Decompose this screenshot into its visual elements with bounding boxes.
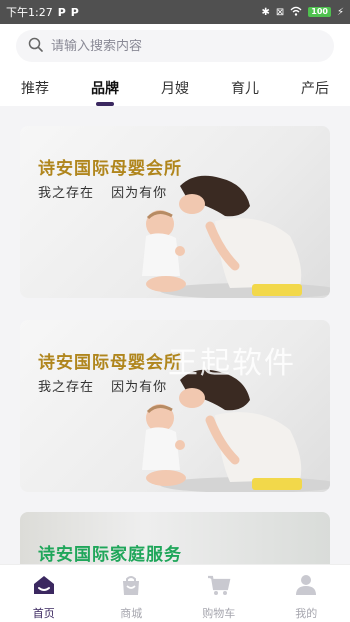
category-tabs: 推荐 品牌 月嫂 育儿 产后 [0, 74, 350, 106]
cart-icon [207, 574, 231, 600]
nav-home[interactable]: 首页 [9, 565, 79, 622]
notification-p-icon: P [70, 5, 79, 19]
mother-baby-photo [142, 175, 330, 298]
brand-feed: 诗安国际母婴会所 我之存在 因为有你 诗安国际母婴会所 我之存在 因为有你 诗安… [0, 106, 350, 564]
card-subtitle-part: 我之存在 [38, 186, 95, 201]
search-input[interactable] [51, 38, 311, 54]
card-subtitle-part: 因为有你 [111, 186, 168, 201]
brand-card[interactable]: 诗安国际母婴会所 我之存在 因为有你 [20, 126, 330, 298]
bluetooth-icon: ✱ [261, 6, 270, 18]
card-subtitle-part: 因为有你 [111, 380, 168, 395]
tab-postpartum[interactable]: 产后 [280, 74, 350, 98]
tab-parenting[interactable]: 育儿 [210, 74, 280, 98]
wifi-icon [290, 6, 302, 19]
home-icon [32, 574, 56, 600]
nav-label: 我的 [295, 607, 318, 620]
nav-label: 首页 [32, 607, 55, 620]
charging-icon: ⚡ [336, 6, 344, 18]
nav-label: 商城 [120, 607, 143, 620]
card-subtitle-part: 我之存在 [38, 380, 95, 395]
search-icon [28, 37, 43, 56]
user-icon [295, 574, 317, 600]
tab-recommend[interactable]: 推荐 [0, 74, 70, 98]
nav-profile[interactable]: 我的 [271, 565, 341, 622]
brand-card[interactable]: 诗安国际母婴会所 我之存在 因为有你 [20, 320, 330, 492]
card-title: 诗安国际母婴会所 [38, 159, 182, 179]
status-bar: 下午1:27 P P ✱ ⊠ 100 ⚡ [0, 0, 350, 24]
brand-card[interactable]: 诗安国际家庭服务 [20, 512, 330, 564]
bag-icon [120, 574, 142, 600]
search-bar[interactable] [16, 30, 334, 62]
card-subtitle: 我之存在 因为有你 [38, 376, 179, 395]
battery-icon: 100 [308, 7, 331, 17]
card-title: 诗安国际母婴会所 [38, 353, 182, 373]
status-time: 下午1:27 [6, 6, 53, 19]
mother-baby-photo [142, 369, 330, 492]
tab-maternity-nanny[interactable]: 月嫂 [140, 74, 210, 98]
nav-cart[interactable]: 购物车 [184, 565, 254, 622]
tab-brand[interactable]: 品牌 [70, 74, 140, 106]
sim-icon: ⊠ [275, 6, 285, 18]
bottom-nav: 首页 商城 购物车 我的 [0, 564, 350, 622]
card-title: 诗安国际家庭服务 [38, 545, 182, 564]
nav-mall[interactable]: 商城 [96, 565, 166, 622]
header: 推荐 品牌 月嫂 育儿 产后 [0, 24, 350, 106]
nav-label: 购物车 [202, 607, 236, 620]
notification-p-icon: P [57, 5, 66, 19]
card-subtitle: 我之存在 因为有你 [38, 182, 179, 201]
